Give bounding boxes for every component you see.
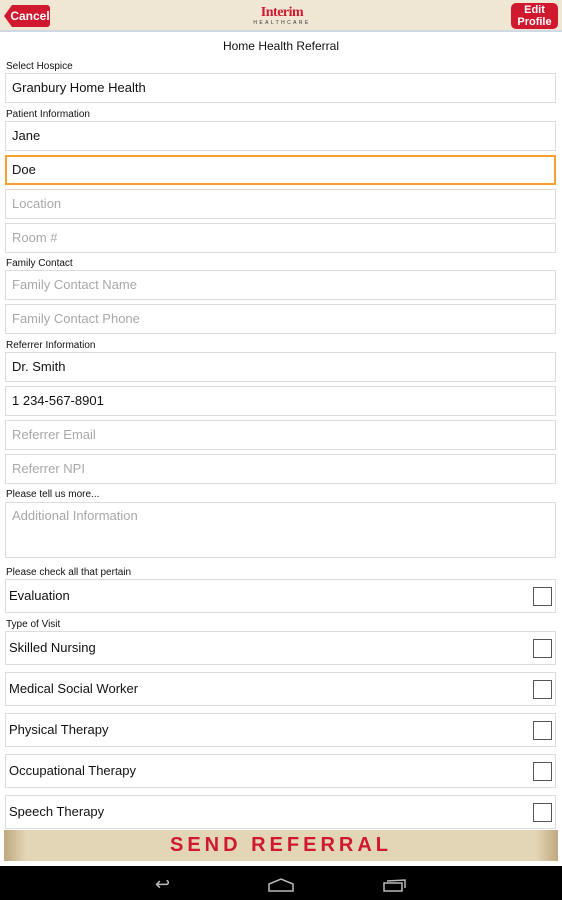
cancel-button[interactable]: Cancel <box>4 5 50 27</box>
referrer-npi-input[interactable]: Referrer NPI <box>5 454 556 484</box>
home-icon[interactable] <box>268 876 294 897</box>
back-icon[interactable]: ↩ <box>155 874 170 895</box>
check-label: Physical Therapy <box>9 722 109 737</box>
skilled-nursing-checkbox[interactable] <box>533 639 552 658</box>
label-family: Family Contact <box>6 258 73 269</box>
send-referral-button[interactable]: SEND REFERRAL <box>4 830 558 861</box>
last-name-input[interactable]: Doe <box>5 155 556 185</box>
label-visit: Type of Visit <box>6 619 61 630</box>
referrer-email-input[interactable]: Referrer Email <box>5 420 556 450</box>
label-more: Please tell us more... <box>6 489 100 500</box>
recents-icon[interactable] <box>383 876 407 897</box>
skilled-nursing-row[interactable]: Skilled Nursing <box>5 631 556 665</box>
medical-social-worker-checkbox[interactable] <box>533 680 552 699</box>
check-label: Medical Social Worker <box>9 681 139 696</box>
label-check: Please check all that pertain <box>6 567 132 578</box>
speech-therapy-row[interactable]: Speech Therapy <box>5 795 556 829</box>
edit-profile-button[interactable]: Edit Profile <box>511 3 558 29</box>
evaluation-checkbox[interactable] <box>533 587 552 606</box>
family-phone-input[interactable]: Family Contact Phone <box>5 304 556 334</box>
speech-therapy-checkbox[interactable] <box>533 803 552 822</box>
label-patient: Patient Information <box>6 109 90 120</box>
physical-therapy-checkbox[interactable] <box>533 721 552 740</box>
location-input[interactable]: Location <box>5 189 556 219</box>
check-label: Evaluation <box>9 588 70 603</box>
additional-info-textarea[interactable]: Additional Information <box>5 502 556 558</box>
label-referrer: Referrer Information <box>6 340 96 351</box>
occupational-therapy-checkbox[interactable] <box>533 762 552 781</box>
check-label: Skilled Nursing <box>9 640 96 655</box>
physical-therapy-row[interactable]: Physical Therapy <box>5 713 556 747</box>
hospice-select[interactable]: Granbury Home Health <box>5 73 556 103</box>
referrer-name-input[interactable]: Dr. Smith <box>5 352 556 382</box>
system-nav-bar: ↩ <box>0 866 562 900</box>
first-name-input[interactable]: Jane <box>5 121 556 151</box>
evaluation-row[interactable]: Evaluation <box>5 579 556 613</box>
occupational-therapy-row[interactable]: Occupational Therapy <box>5 754 556 788</box>
check-label: Occupational Therapy <box>9 763 136 778</box>
family-name-input[interactable]: Family Contact Name <box>5 270 556 300</box>
page-title: Home Health Referral <box>222 39 340 53</box>
check-label: Speech Therapy <box>9 804 105 819</box>
medical-social-worker-row[interactable]: Medical Social Worker <box>5 672 556 706</box>
app-header: Cancel Interim HEALTHCARE Edit Profile <box>0 0 562 32</box>
referrer-phone-input[interactable]: 1 234-567-8901 <box>5 386 556 416</box>
interim-logo: Interim HEALTHCARE <box>253 5 311 27</box>
label-hospice: Select Hospice <box>6 61 73 72</box>
room-input[interactable]: Room # <box>5 223 556 253</box>
